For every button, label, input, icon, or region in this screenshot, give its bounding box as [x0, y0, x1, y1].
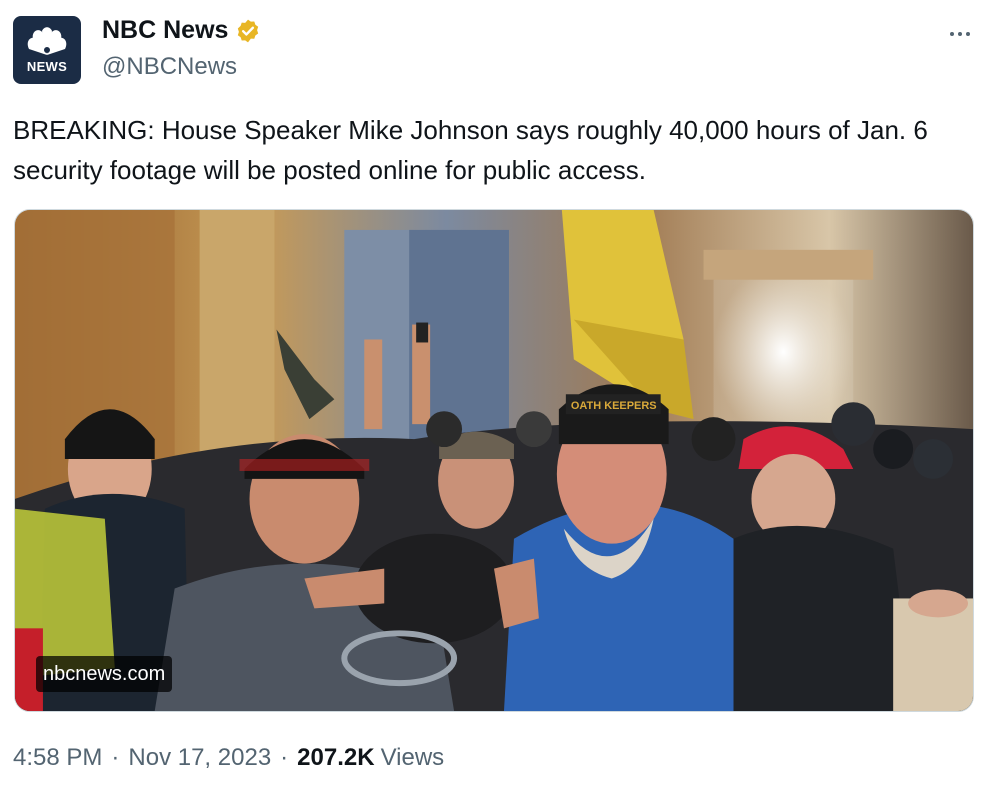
tweet-time[interactable]: 4:58 PM — [13, 744, 102, 772]
views-count: 207.2K — [297, 744, 375, 771]
avatar[interactable]: NEWS — [13, 16, 81, 84]
author-name-row: NBC News — [102, 16, 261, 45]
hat-text: OATH KEEPERS — [571, 400, 657, 412]
more-options-icon[interactable] — [944, 22, 976, 46]
author-handle[interactable]: @NBCNews — [102, 53, 237, 81]
meta-separator: · — [280, 744, 289, 771]
avatar-label: NEWS — [26, 58, 68, 74]
verified-badge-icon — [238, 19, 259, 42]
tweet-text: BREAKING: House Speaker Mike Johnson say… — [13, 115, 928, 185]
photo-watermark: nbcnews.com — [36, 656, 173, 692]
author-display-name[interactable]: NBC News — [102, 16, 228, 45]
nbc-peacock-icon — [27, 26, 67, 55]
meta-separator: · — [111, 744, 120, 771]
tweet-meta: 4:58 PM · Nov 17, 2023 · 207.2K Views — [13, 744, 444, 772]
tweet-photo[interactable]: OATH KEEPERS — [14, 209, 974, 712]
tweet-date[interactable]: Nov 17, 2023 — [128, 744, 271, 772]
crowd-photo: OATH KEEPERS — [15, 210, 973, 711]
views-label: Views — [380, 744, 445, 771]
